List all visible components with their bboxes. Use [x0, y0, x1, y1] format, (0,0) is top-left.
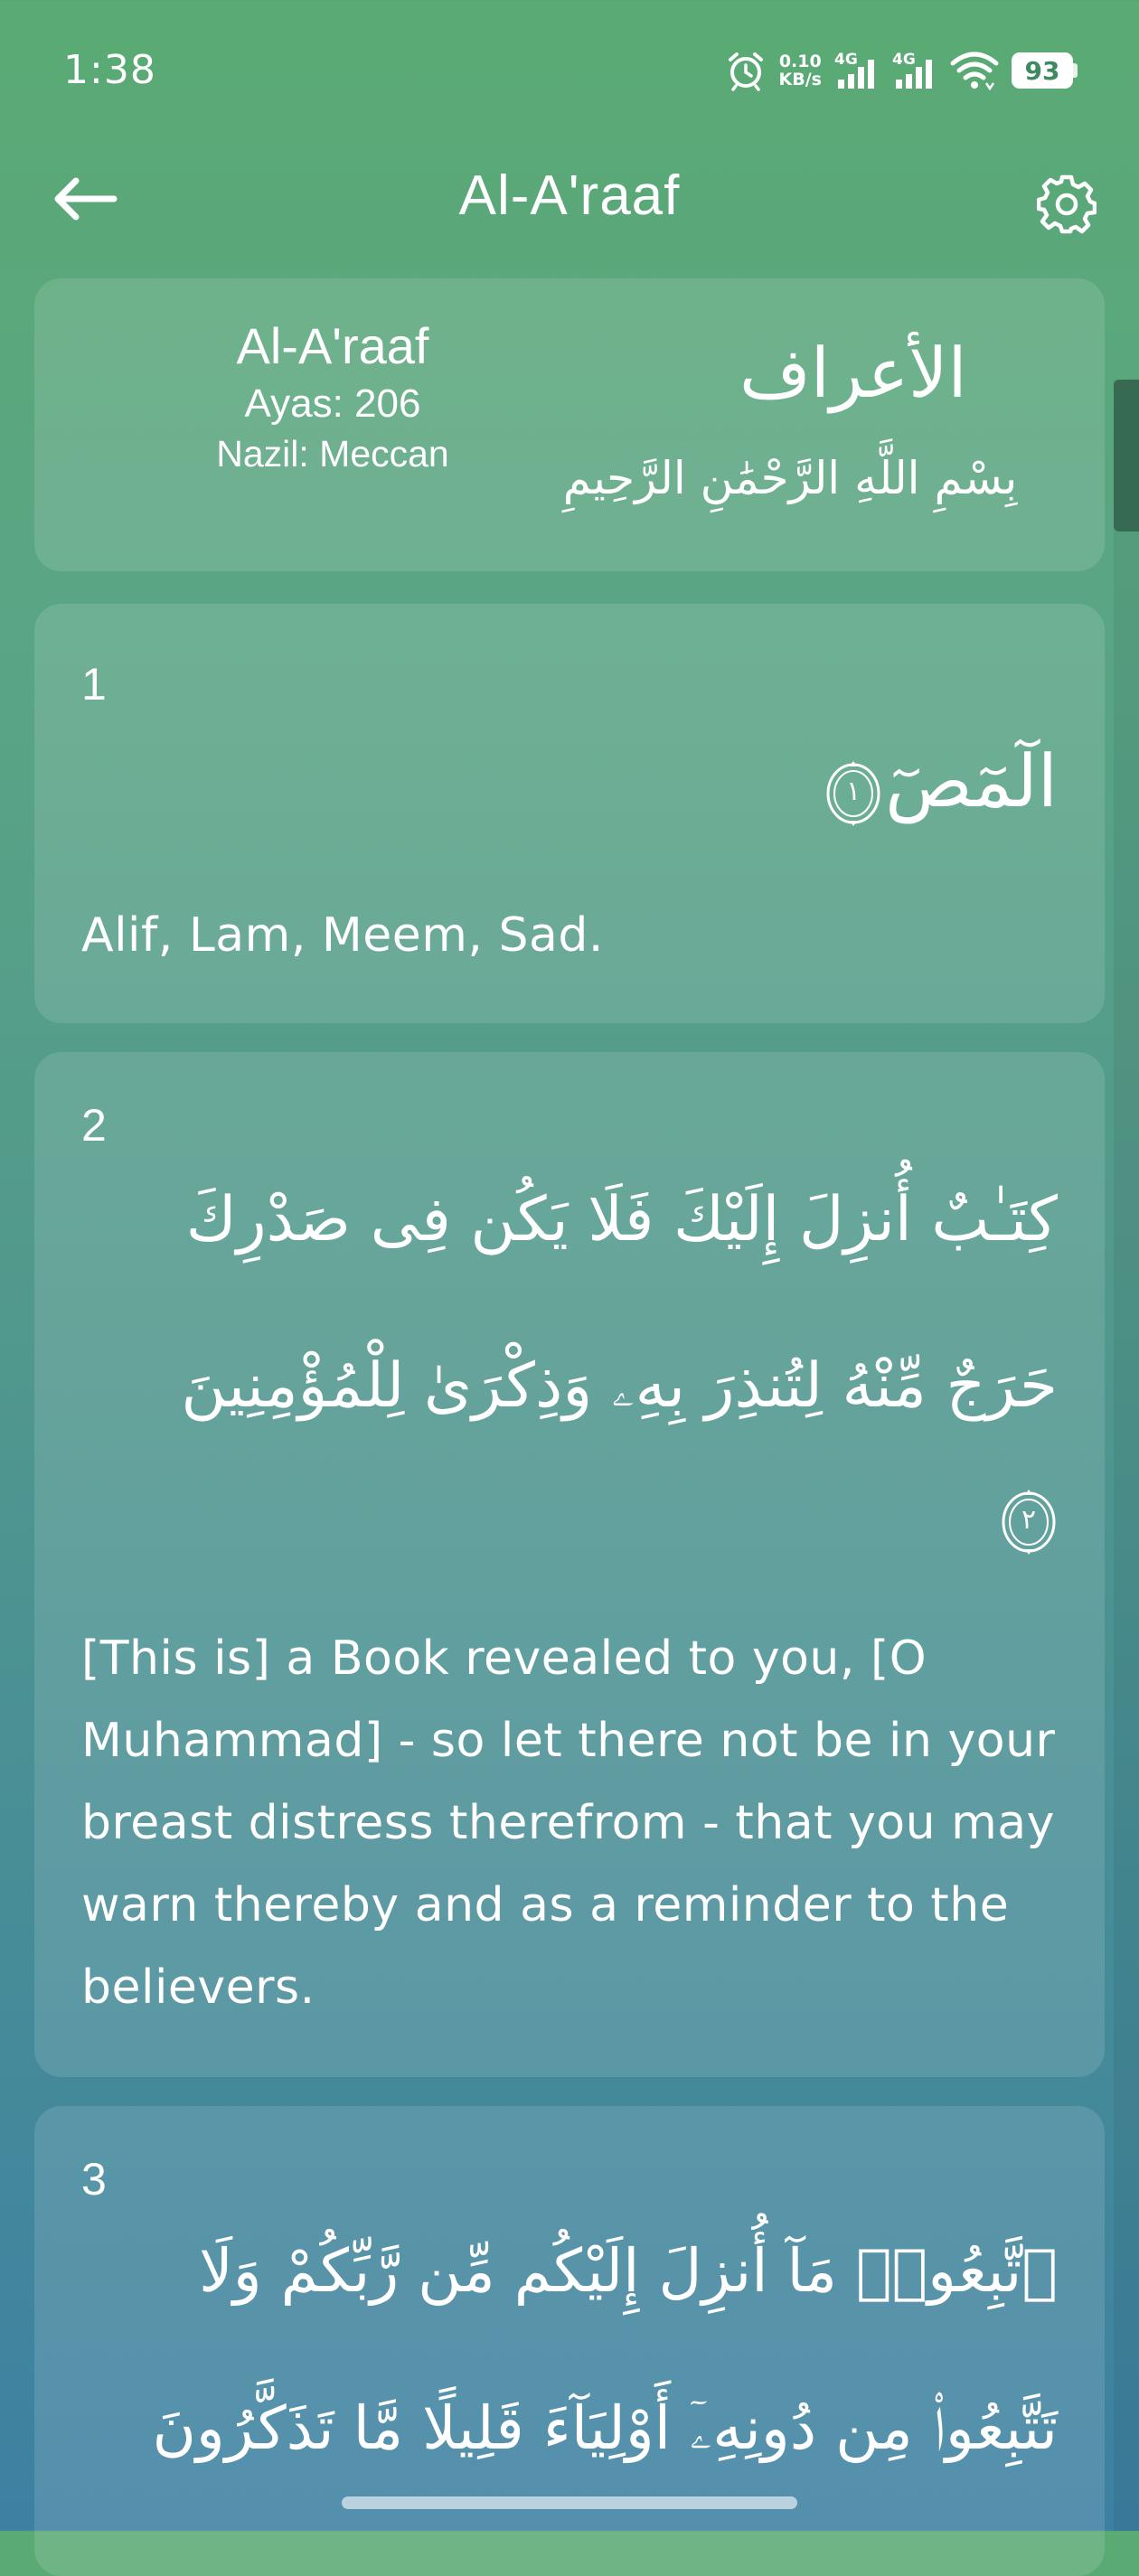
ayah-arabic-line-1: ٱتَّبِعُوا۟ مَآ أُنزِلَ إِلَيْكُم مِّن ر… — [199, 2236, 1058, 2306]
scrollbar-track — [1114, 380, 1139, 2531]
surah-arabic-name: الأعراف — [739, 333, 967, 413]
signal-icon: 4G — [892, 51, 937, 90]
ayah-number: 2 — [81, 1100, 107, 1151]
back-button[interactable] — [43, 170, 125, 228]
scrollbar-thumb[interactable] — [1114, 380, 1139, 531]
alarm-icon — [725, 50, 767, 91]
app-bar: Al-A'raaf — [0, 145, 1139, 253]
surah-header-card: Al-A'raaf Ayas: 206 Nazil: Meccan الأعرا… — [34, 278, 1105, 571]
battery-icon: 93 — [1012, 52, 1078, 89]
status-bar: 1:38 0.10 KB/s 4G 4G 93 — [0, 0, 1139, 145]
wifi-icon — [950, 51, 999, 90]
page-title: Al-A'raaf — [458, 164, 681, 227]
status-icons: 0.10 KB/s 4G 4G 93 — [725, 45, 1078, 96]
ayah-arabic-line-2: تَتَّبِعُوا۟ مِن دُونِهِۦٓ أَوْلِيَآءَ ق… — [152, 2393, 1058, 2463]
status-time: 1:38 — [63, 47, 156, 93]
ayah-number: 1 — [81, 659, 107, 710]
surah-ayas-count: Ayas: 206 — [244, 381, 421, 426]
bismillah: بِسْمِ اللَّهِ الرَّحْمَٰنِ الرَّحِيمِ — [562, 452, 1018, 504]
surah-info: Al-A'raaf Ayas: 206 Nazil: Meccan — [89, 315, 577, 477]
network-speed: 0.10 KB/s — [779, 52, 822, 89]
arrow-left-icon — [54, 177, 118, 221]
ayah-end-marker-icon: ١ — [824, 759, 882, 828]
network-speed-unit: KB/s — [778, 70, 822, 89]
ayah-card[interactable]: 1 الٓمٓصٓ ١ Alif, Lam, Meem, Sad. — [34, 604, 1105, 1023]
settings-button[interactable] — [1029, 166, 1105, 242]
ayah-marker-number: ١ — [845, 776, 861, 807]
ayah-card[interactable]: 2 كِتَـٰبٌ أُنزِلَ إِلَيْكَ فَلَا يَكُن … — [34, 1052, 1105, 2077]
surah-name: Al-A'raaf — [236, 317, 429, 374]
ayah-translation: [This is] a Book revealed to you, [O Muh… — [81, 1631, 1056, 2015]
gear-icon — [1037, 174, 1097, 234]
network-speed-value: 0.10 — [778, 52, 822, 71]
battery-level: 93 — [1012, 52, 1073, 89]
ayah-arabic-line-1: كِتَـٰبٌ أُنزِلَ إِلَيْكَ فَلَا يَكُن فِ… — [185, 1184, 1058, 1255]
ayah-number: 3 — [81, 2154, 107, 2205]
ayah-arabic-line-2: حَرَجٌ مِّنْهُ لِتُنذِرَ بِهِۦ وَذِكْرَى… — [181, 1350, 1058, 1422]
surah-nazil: Nazil: Meccan — [216, 433, 449, 475]
ayah-end-marker-icon: ٢ — [1000, 1488, 1058, 1556]
ayah-translation: Alif, Lam, Meem, Sad. — [81, 908, 604, 963]
ayah-arabic-text: الٓمٓصٓ — [885, 739, 1058, 823]
ayah-marker-number: ٢ — [1021, 1504, 1037, 1536]
home-indicator[interactable] — [342, 2496, 797, 2509]
signal-icon: 4G — [834, 51, 880, 90]
